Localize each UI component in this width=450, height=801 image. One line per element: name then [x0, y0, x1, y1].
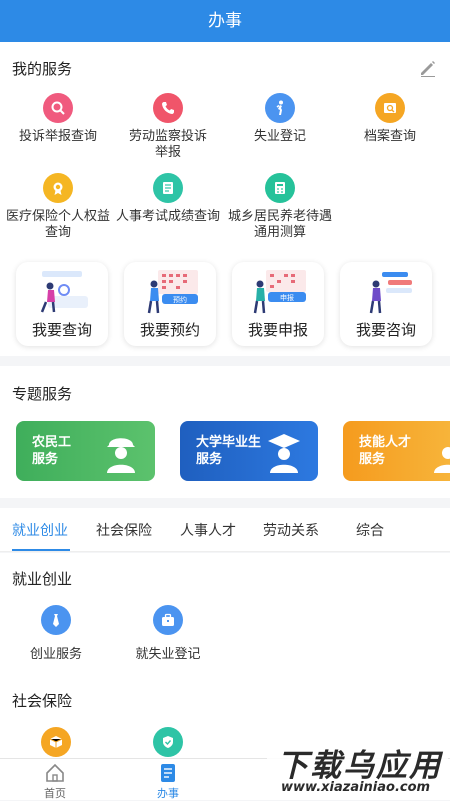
- service-label: 档案查询: [363, 129, 416, 144]
- search-icon: [43, 93, 73, 123]
- appointment-illustration-icon: 预约: [147, 270, 198, 314]
- graduate-cap-icon: [268, 434, 300, 473]
- watermark-title: 下载乌应用: [277, 748, 442, 784]
- quick-action-label: 我要预约: [139, 321, 200, 339]
- service-label: 城乡居民养老待遇通用测算: [228, 209, 333, 240]
- declare-illu-text: 申报: [280, 293, 294, 302]
- document-icon: [153, 173, 183, 203]
- tab-social-insurance[interactable]: 社会保险: [96, 520, 152, 540]
- necktie-icon: [41, 605, 71, 635]
- box-icon: [41, 727, 71, 757]
- quick-action-label: 我要申报: [247, 321, 308, 339]
- medal-icon: [43, 173, 73, 203]
- service-employment-registration[interactable]: 就失业登记: [118, 605, 218, 662]
- briefcase-icon: [153, 605, 183, 635]
- quick-action-appointment[interactable]: 预约 我要预约: [124, 262, 216, 346]
- service-label: 医疗保险个人权益查询: [6, 209, 111, 240]
- nav-home[interactable]: 首页: [25, 762, 85, 801]
- service-medical-insurance-query[interactable]: 医疗保险个人权益查询: [2, 173, 114, 241]
- service-label: 就失业登记: [135, 647, 201, 662]
- employment-title: 就业创业: [12, 570, 73, 588]
- quick-action-query[interactable]: 我要查询: [16, 262, 108, 346]
- service-label: 创业服务: [29, 647, 82, 662]
- service-complaint-query[interactable]: 投诉举报查询: [2, 93, 114, 145]
- calculator-icon: [265, 173, 295, 203]
- consult-illustration-icon: [369, 272, 412, 314]
- nav-label: 办事: [157, 787, 179, 800]
- worker-helmet-icon: [107, 438, 135, 473]
- watermark: 下载乌应用 www.xiazainiao.com: [267, 738, 448, 800]
- appointment-illu-text: 预约: [173, 295, 187, 304]
- topic-label-sub: 服务: [359, 452, 386, 467]
- skilled-worker-icon: [434, 447, 450, 473]
- tab-labor-relations[interactable]: 劳动关系: [263, 520, 319, 540]
- topic-label: 农民工: [32, 435, 72, 450]
- topic-label-sub: 服务: [32, 452, 59, 467]
- social-insurance-title: 社会保险: [12, 692, 73, 710]
- quick-action-label: 我要查询: [31, 321, 92, 339]
- service-pension-calculation[interactable]: 城乡居民养老待遇通用测算: [224, 173, 336, 241]
- service-archive-query[interactable]: 档案查询: [334, 93, 446, 145]
- home-icon: [46, 763, 64, 782]
- service-exam-score-query[interactable]: 人事考试成绩查询: [112, 173, 224, 225]
- nav-label: 首页: [44, 787, 66, 800]
- topic-label: 技能人才: [359, 435, 412, 450]
- edit-icon[interactable]: [418, 58, 438, 78]
- task-icon: [161, 764, 175, 782]
- quick-action-consult[interactable]: 我要咨询: [340, 262, 432, 346]
- service-label: 劳动监察投诉举报: [128, 129, 207, 160]
- service-label: 投诉举报查询: [18, 129, 97, 144]
- tab-general[interactable]: 综合: [356, 520, 384, 540]
- active-tab-indicator: [12, 549, 70, 551]
- topics-title: 专题服务: [12, 385, 73, 403]
- tab-employment[interactable]: 就业创业: [12, 520, 68, 540]
- header-title: 办事: [0, 0, 450, 42]
- quick-action-declare[interactable]: 申报 我要申报: [232, 262, 324, 346]
- service-label: 人事考试成绩查询: [116, 209, 221, 224]
- topic-graduates[interactable]: 大学毕业生 服务: [180, 421, 318, 481]
- service-entrepreneurship[interactable]: 创业服务: [6, 605, 106, 662]
- folder-search-icon: [375, 93, 405, 123]
- category-tabs: 就业创业 社会保险 人事人才 劳动关系 综合: [0, 508, 450, 552]
- declare-illustration-icon: 申报: [253, 270, 306, 314]
- topic-label: 大学毕业生: [196, 435, 262, 450]
- person-walking-icon: [265, 93, 295, 123]
- topic-migrant-workers[interactable]: 农民工 服务: [16, 421, 155, 481]
- query-illustration-icon: [40, 271, 88, 313]
- tab-personnel[interactable]: 人事人才: [180, 520, 236, 540]
- service-labor-supervision[interactable]: 劳动监察投诉举报: [112, 93, 224, 161]
- service-unemployment-registration[interactable]: 失业登记: [224, 93, 336, 145]
- service-label: 失业登记: [253, 129, 306, 144]
- my-services-title: 我的服务: [12, 60, 73, 78]
- topic-label-sub: 服务: [196, 452, 223, 467]
- nav-tasks[interactable]: 办事: [138, 762, 198, 801]
- watermark-url: www.xiazainiao.com: [281, 780, 431, 795]
- shield-check-icon: [153, 727, 183, 757]
- phone-icon: [153, 93, 183, 123]
- topic-skilled-talent[interactable]: 技能人才 服务: [343, 421, 450, 481]
- quick-action-label: 我要咨询: [355, 321, 416, 339]
